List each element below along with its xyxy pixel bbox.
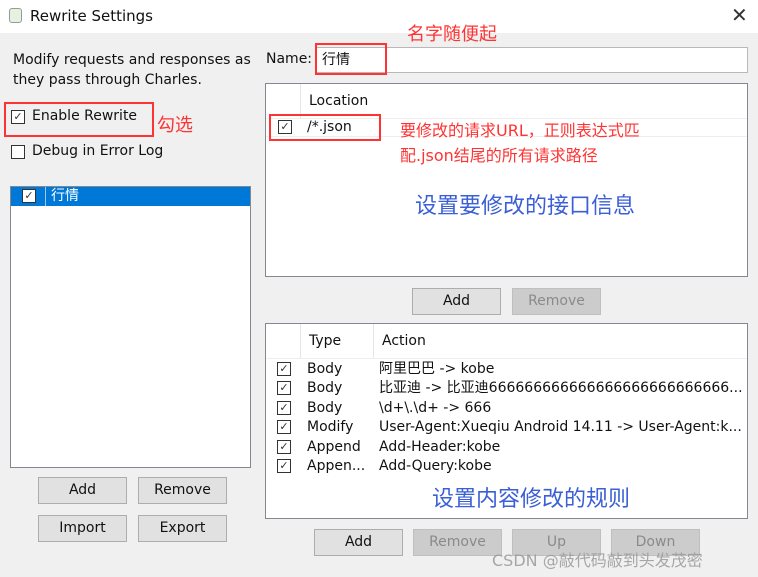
action-cell: 比亚迪 -> 比亚迪666666666666666666666666666... — [379, 380, 743, 397]
window-title: Rewrite Settings — [30, 7, 153, 25]
title-bar: Rewrite Settings ✕ — [0, 0, 758, 33]
highlight-box — [4, 102, 154, 137]
action-cell: \d+\.\d+ -> 666 — [379, 399, 492, 416]
type-cell: Appen... — [307, 458, 366, 474]
row-checkbox[interactable]: ✓ — [277, 459, 291, 473]
divider — [45, 187, 46, 206]
row-checkbox[interactable]: ✓ — [277, 420, 291, 435]
location-hint-2: 配.json结尾的所有请求路径 — [400, 146, 598, 165]
rules-title: 设置内容修改的规则 — [432, 487, 631, 512]
type-cell: Modify — [307, 419, 354, 436]
table-row[interactable]: ✓ Append Add-Header:kobe — [266, 438, 747, 457]
debug-checkbox[interactable] — [11, 145, 25, 159]
remove-rule-button[interactable]: Remove — [413, 529, 502, 556]
table-row[interactable]: ✓ Body 阿里巴巴 -> kobe — [266, 360, 747, 379]
row-checkbox[interactable]: ✓ — [277, 439, 291, 454]
divider — [266, 358, 747, 359]
add-rule-button[interactable]: Add — [314, 529, 403, 556]
table-row[interactable]: ✓ Modify User-Agent:Xueqiu Android 14.11 -… — [266, 418, 747, 437]
action-column-header[interactable]: Action — [374, 324, 747, 358]
list-item-label: 行情 — [51, 188, 79, 204]
export-button[interactable]: Export — [138, 515, 227, 542]
highlight-box — [315, 43, 387, 75]
location-table[interactable]: Location ✓ /*.json — [265, 83, 748, 277]
location-column-header[interactable]: Location — [301, 84, 747, 118]
type-column-header[interactable]: Type — [301, 324, 374, 358]
checkbox-column-header — [266, 324, 301, 358]
action-cell: Add-Header:kobe — [379, 438, 501, 455]
import-button[interactable]: Import — [38, 515, 127, 542]
type-cell: Body — [307, 361, 343, 377]
action-cell: User-Agent:Xueqiu Android 14.11 -> User-… — [379, 419, 742, 436]
add-set-button[interactable]: Add — [38, 477, 127, 504]
add-location-button[interactable]: Add — [412, 288, 501, 315]
list-item[interactable]: ✓ 行情 — [11, 187, 250, 206]
name-label: Name: — [266, 51, 313, 67]
table-row[interactable]: ✓ Body \d+\.\d+ -> 666 — [266, 399, 747, 418]
action-cell: Add-Query:kobe — [379, 458, 492, 474]
close-icon[interactable]: ✕ — [731, 3, 748, 27]
checkbox-column-header — [266, 84, 301, 118]
row-checkbox[interactable]: ✓ — [277, 362, 291, 376]
type-cell: Body — [307, 380, 343, 397]
app-icon — [9, 8, 22, 23]
remove-location-button[interactable]: Remove — [512, 288, 601, 315]
row-checkbox[interactable]: ✓ — [277, 381, 291, 396]
remove-set-button[interactable]: Remove — [138, 477, 227, 504]
name-hint: 名字随便起 — [407, 24, 497, 45]
check-hint: 勾选 — [157, 115, 193, 136]
watermark: CSDN @敲代码敲到头发茂密 — [492, 551, 703, 570]
location-title: 设置要修改的接口信息 — [415, 194, 636, 219]
table-row[interactable]: ✓ Body 比亚迪 -> 比亚迪6666666666666666666666666… — [266, 379, 747, 398]
description: Modify requests and responses as they pa… — [13, 52, 251, 88]
type-cell: Body — [307, 399, 343, 416]
action-cell: 阿里巴巴 -> kobe — [379, 361, 495, 377]
table-row[interactable]: ✓ Appen... Add-Query:kobe — [266, 457, 747, 476]
debug-label: Debug in Error Log — [32, 143, 164, 159]
row-checkbox[interactable]: ✓ — [277, 400, 291, 415]
list-item-checkbox[interactable]: ✓ — [22, 189, 36, 203]
location-hint-1: 要修改的请求URL，正则表达式匹 — [400, 121, 640, 140]
type-cell: Append — [307, 438, 361, 455]
highlight-box — [269, 114, 381, 141]
rewrite-set-list[interactable]: ✓ 行情 — [10, 186, 251, 468]
